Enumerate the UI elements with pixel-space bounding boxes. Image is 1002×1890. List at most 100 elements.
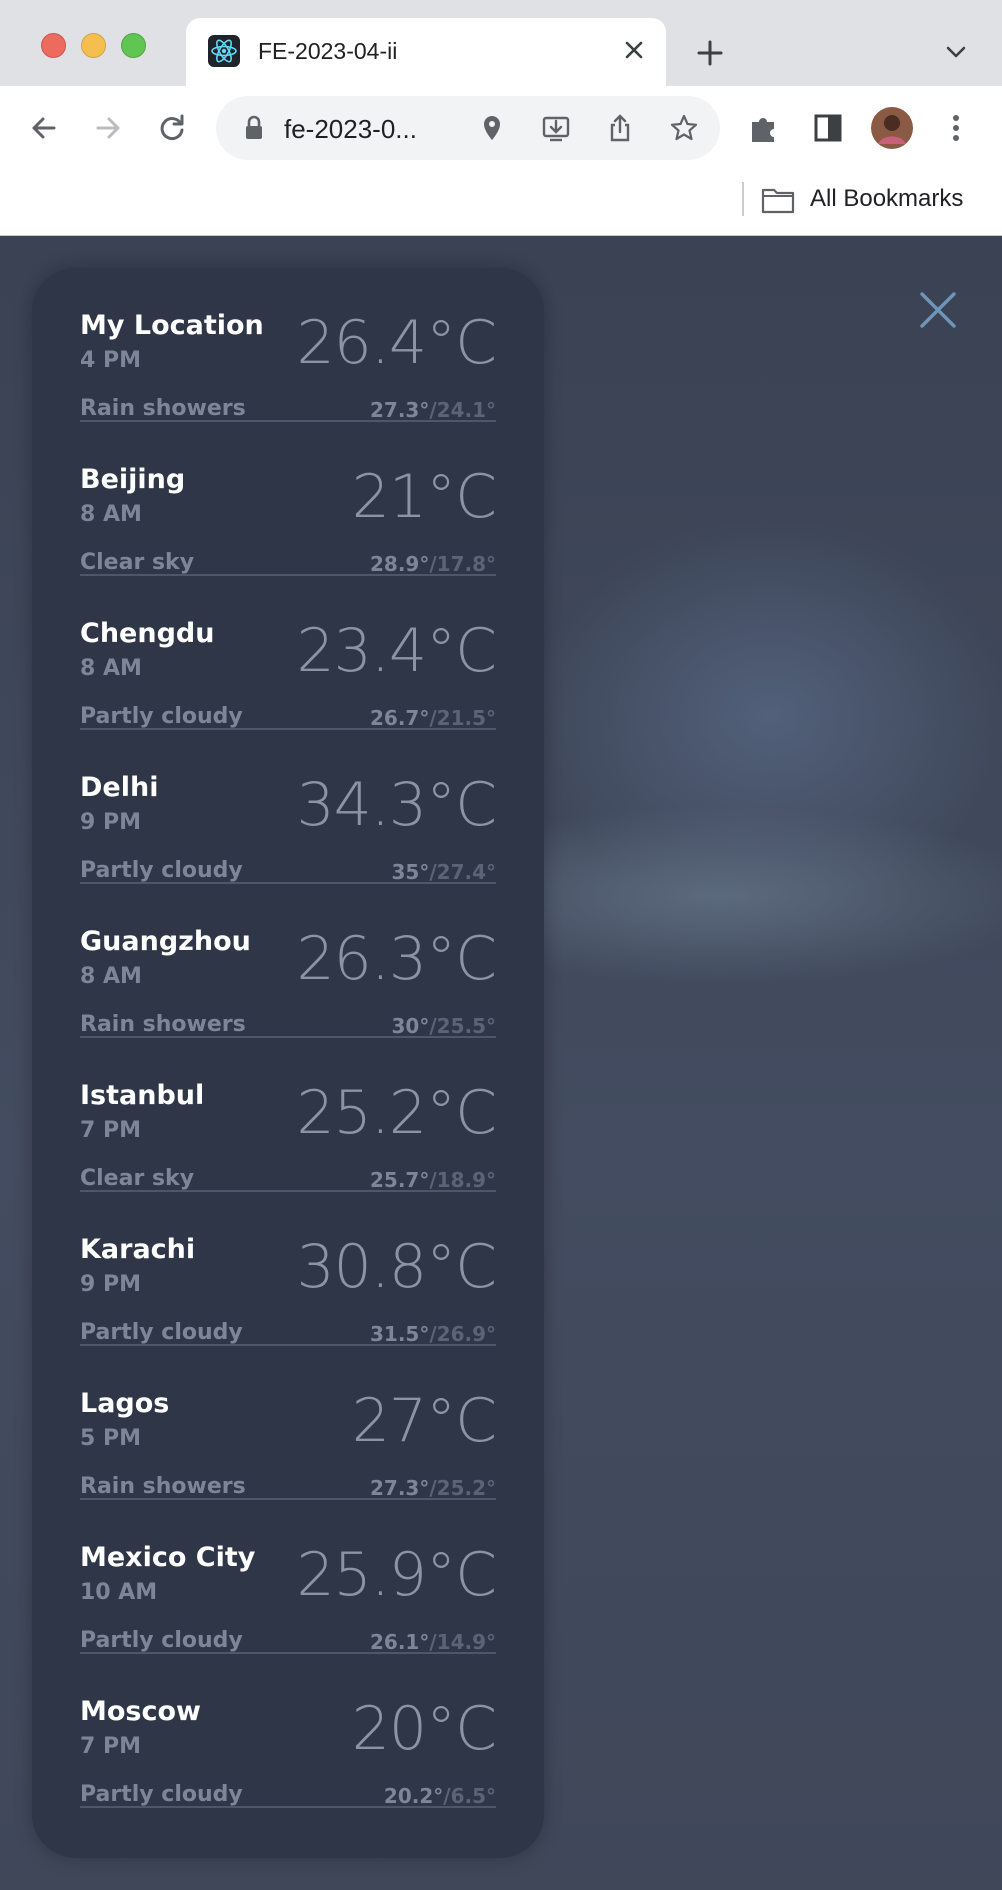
weather-page: My Location 4 PM 26.4°C Rain showers 27.3°/2… — [0, 236, 1002, 1890]
city-row[interactable]: Istanbul 7 PM 25.2°C Clear sky 25.7°/18.9° — [80, 1038, 497, 1192]
city-high-low: 27.3°/24.1° — [370, 398, 496, 422]
tab-strip: FE-2023-04-ii — [0, 0, 1002, 86]
city-high-low: 20.2°/6.5° — [384, 1784, 496, 1808]
address-bar[interactable]: fe-2023-0... — [216, 96, 720, 160]
window-minimize-button[interactable] — [81, 33, 106, 58]
browser-window: FE-2023-04-ii fe-2023-0... All Bookmarks… — [0, 0, 1002, 1890]
city-row[interactable]: Karachi 9 PM 30.8°C Partly cloudy 31.5°/26.9… — [80, 1192, 497, 1346]
all-bookmarks-link[interactable]: All Bookmarks — [810, 185, 963, 213]
city-name: Moscow — [80, 1696, 201, 1727]
bookmark-star-icon[interactable] — [668, 112, 700, 144]
city-condition: Rain showers — [80, 1474, 246, 1499]
city-local-time: 8 AM — [80, 656, 142, 681]
window-maximize-button[interactable] — [121, 33, 146, 58]
city-name: Beijing — [80, 464, 186, 495]
city-condition: Partly cloudy — [80, 1782, 243, 1807]
city-row[interactable]: My Location 4 PM 26.4°C Rain showers 27.3°/2… — [80, 268, 497, 422]
city-low: /6.5° — [443, 1784, 496, 1808]
city-low: /27.4° — [429, 860, 496, 884]
lock-icon[interactable] — [238, 112, 270, 144]
city-temperature: 26.3°C — [296, 924, 497, 994]
city-condition: Rain showers — [80, 396, 246, 421]
city-row[interactable]: Delhi 9 PM 34.3°C Partly cloudy 35°/27.4° — [80, 730, 497, 884]
tab-active[interactable]: FE-2023-04-ii — [186, 18, 666, 86]
city-row[interactable]: Chengdu 8 AM 23.4°C Partly cloudy 26.7°/21.5… — [80, 576, 497, 730]
city-high: 27.3° — [369, 1476, 430, 1500]
city-local-time: 4 PM — [80, 348, 141, 373]
close-icon[interactable] — [914, 286, 962, 334]
city-row[interactable]: Lagos 5 PM 27°C Rain showers 27.3°/25.2° — [80, 1346, 497, 1500]
avatar[interactable] — [870, 106, 914, 150]
city-row[interactable]: Guangzhou 8 AM 26.3°C Rain showers 30°/25.5° — [80, 884, 497, 1038]
city-list: My Location 4 PM 26.4°C Rain showers 27.3°/2… — [32, 268, 544, 1858]
side-panel-icon[interactable] — [806, 106, 850, 150]
city-condition: Clear sky — [80, 550, 195, 575]
address-text[interactable]: fe-2023-0... — [284, 114, 417, 145]
city-local-time: 7 PM — [80, 1118, 141, 1143]
forward-arrow-icon[interactable] — [86, 106, 130, 150]
city-name: Istanbul — [80, 1080, 205, 1111]
bookmarks-divider — [742, 182, 744, 216]
city-row[interactable]: Moscow 7 PM 20°C Partly cloudy 20.2°/6.5° — [80, 1654, 497, 1808]
city-low: /21.5° — [429, 706, 496, 730]
city-name: Delhi — [80, 772, 159, 803]
city-high: 35° — [391, 860, 430, 884]
city-local-time: 8 AM — [80, 502, 142, 527]
city-name: Lagos — [80, 1388, 170, 1419]
city-high-low: 31.5°/26.9° — [370, 1322, 496, 1346]
kebab-menu-icon[interactable] — [934, 106, 978, 150]
city-high-low: 25.7°/18.9° — [370, 1168, 496, 1192]
city-condition: Partly cloudy — [80, 1628, 243, 1653]
city-low: /26.9° — [429, 1322, 496, 1346]
city-high: 26.1° — [369, 1630, 430, 1654]
city-high-low: 28.9°/17.8° — [370, 552, 496, 576]
chevron-down-icon[interactable] — [940, 36, 972, 68]
city-high: 25.7° — [369, 1168, 430, 1192]
back-arrow-icon[interactable] — [22, 106, 66, 150]
city-temperature: 27°C — [351, 1386, 497, 1456]
city-temperature: 25.9°C — [296, 1540, 497, 1610]
city-low: /17.8° — [429, 552, 496, 576]
city-row[interactable]: Beijing 8 AM 21°C Clear sky 28.9°/17.8° — [80, 422, 497, 576]
install-app-icon[interactable] — [540, 112, 572, 144]
city-low: /18.9° — [429, 1168, 496, 1192]
city-name: Guangzhou — [80, 926, 251, 957]
city-high: 31.5° — [369, 1322, 430, 1346]
city-row[interactable]: Mexico City 10 AM 25.9°C Partly cloudy 26.1°… — [80, 1500, 497, 1654]
city-low: /14.9° — [429, 1630, 496, 1654]
city-row-partial[interactable] — [80, 1808, 496, 1858]
browser-toolbar: fe-2023-0... — [0, 86, 1002, 170]
tab-title: FE-2023-04-ii — [258, 38, 398, 64]
city-low: /24.1° — [429, 398, 496, 422]
tab-close-icon[interactable] — [618, 34, 650, 66]
city-high-low: 27.3°/25.2° — [370, 1476, 496, 1500]
city-temperature: 34.3°C — [296, 770, 497, 840]
city-high: 26.7° — [369, 706, 430, 730]
city-local-time: 8 AM — [80, 964, 142, 989]
city-local-time: 9 PM — [80, 1272, 141, 1297]
city-high: 20.2° — [383, 1784, 444, 1808]
city-temperature: 30.8°C — [296, 1232, 497, 1302]
city-high-low: 26.7°/21.5° — [370, 706, 496, 730]
city-high: 27.3° — [369, 398, 430, 422]
folder-icon[interactable] — [760, 184, 796, 216]
city-temperature: 21°C — [351, 462, 497, 532]
city-condition: Partly cloudy — [80, 704, 243, 729]
reload-icon[interactable] — [150, 106, 194, 150]
extensions-puzzle-icon[interactable] — [742, 106, 786, 150]
window-close-button[interactable] — [41, 33, 66, 58]
new-tab-plus-icon[interactable] — [690, 33, 730, 73]
city-high: 30° — [391, 1014, 430, 1038]
city-name: Chengdu — [80, 618, 215, 649]
city-condition: Rain showers — [80, 1012, 246, 1037]
city-high-low: 30°/25.5° — [392, 1014, 497, 1038]
city-local-time: 7 PM — [80, 1734, 141, 1759]
city-name: Mexico City — [80, 1542, 256, 1573]
city-condition: Partly cloudy — [80, 858, 243, 883]
city-high-low: 35°/27.4° — [392, 860, 497, 884]
location-pin-icon[interactable] — [476, 112, 508, 144]
city-local-time: 10 AM — [80, 1580, 158, 1605]
bookmarks-bar: All Bookmarks — [0, 170, 1002, 236]
city-temperature: 23.4°C — [296, 616, 497, 686]
share-icon[interactable] — [604, 112, 636, 144]
